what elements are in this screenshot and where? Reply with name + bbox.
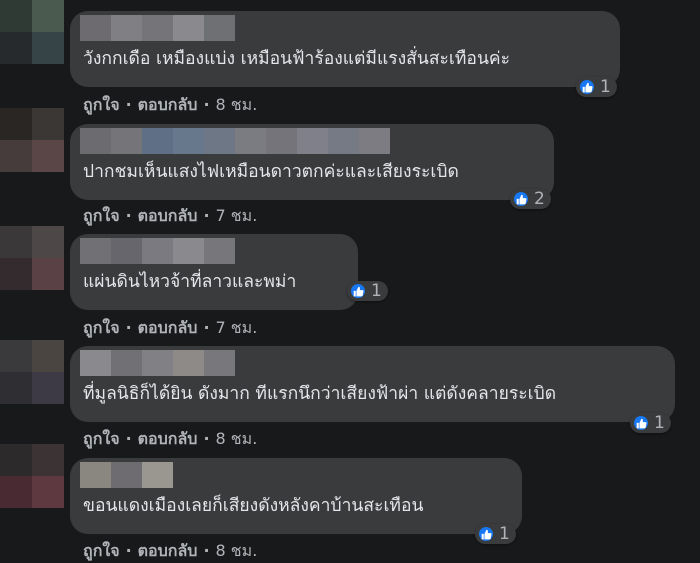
thumbs-up-icon	[578, 78, 596, 96]
like-link[interactable]: ถูกใจ	[83, 429, 120, 448]
reply-link[interactable]: ตอบกลับ	[138, 541, 198, 560]
reaction-count: 1	[371, 281, 382, 301]
reply-link[interactable]: ตอบกลับ	[138, 206, 198, 225]
timestamp[interactable]: 7 ชม.	[216, 206, 258, 225]
separator: ·	[125, 318, 132, 337]
separator: ·	[125, 95, 132, 114]
author-name-blurred[interactable]	[80, 462, 173, 488]
avatar[interactable]	[0, 226, 64, 290]
avatar[interactable]	[0, 444, 64, 508]
thumbs-up-icon	[632, 414, 650, 432]
comment-actions: ถูกใจ · ตอบกลับ · 8 ชม.	[83, 428, 257, 450]
comment-bubble: ที่มูลนิธิก็ได้ยิน ดังมาก ทีแรกนึกว่าเสี…	[70, 346, 675, 422]
thumbs-up-icon	[477, 525, 495, 543]
reply-link[interactable]: ตอบกลับ	[138, 429, 198, 448]
separator: ·	[125, 206, 132, 225]
reply-link[interactable]: ตอบกลับ	[138, 95, 198, 114]
author-name-blurred[interactable]	[80, 15, 235, 41]
thumbs-up-icon	[512, 190, 530, 208]
separator: ·	[203, 429, 210, 448]
timestamp[interactable]: 8 ชม.	[216, 541, 258, 560]
like-link[interactable]: ถูกใจ	[83, 541, 120, 560]
reaction-count: 1	[654, 413, 665, 433]
reaction-count: 1	[600, 77, 611, 97]
reaction-count: 2	[534, 189, 545, 209]
timestamp[interactable]: 7 ชม.	[216, 318, 258, 337]
author-name-blurred[interactable]	[80, 128, 390, 154]
avatar[interactable]	[0, 0, 64, 64]
like-link[interactable]: ถูกใจ	[83, 318, 120, 337]
reaction-badge[interactable]: 1	[576, 77, 617, 97]
like-link[interactable]: ถูกใจ	[83, 95, 120, 114]
comment-actions: ถูกใจ · ตอบกลับ · 8 ชม.	[83, 94, 257, 116]
separator: ·	[125, 541, 132, 560]
comment-text: ที่มูลนิธิก็ได้ยิน ดังมาก ทีแรกนึกว่าเสี…	[83, 384, 557, 404]
comment-bubble: แผ่นดินไหวจ้าที่ลาวและพม่า	[70, 234, 358, 310]
author-name-blurred[interactable]	[80, 238, 235, 264]
comment-bubble: วังกกเดือ เหมืองแบ่ง เหมือนฟ้าร้องแต่มีแ…	[70, 11, 620, 87]
separator: ·	[203, 206, 210, 225]
author-name-blurred[interactable]	[80, 350, 235, 376]
avatar[interactable]	[0, 340, 64, 404]
reaction-badge[interactable]: 1	[630, 413, 671, 433]
thumbs-up-icon	[349, 282, 367, 300]
separator: ·	[125, 429, 132, 448]
timestamp[interactable]: 8 ชม.	[216, 95, 258, 114]
avatar[interactable]	[0, 108, 64, 172]
separator: ·	[203, 95, 210, 114]
comment-text: แผ่นดินไหวจ้าที่ลาวและพม่า	[83, 272, 297, 292]
comment-actions: ถูกใจ · ตอบกลับ · 7 ชม.	[83, 205, 257, 227]
reaction-badge[interactable]: 1	[475, 524, 516, 544]
like-link[interactable]: ถูกใจ	[83, 206, 120, 225]
reply-link[interactable]: ตอบกลับ	[138, 318, 198, 337]
comment-actions: ถูกใจ · ตอบกลับ · 8 ชม.	[83, 540, 257, 562]
separator: ·	[203, 541, 210, 560]
reaction-count: 1	[499, 524, 510, 544]
reaction-badge[interactable]: 2	[510, 189, 551, 209]
comment-text: ขอนแดงเมืองเลยก็เสียงดังหลังคาบ้านสะเทือ…	[83, 496, 424, 516]
comment-bubble: ปากชมเห็นแสงไฟเหมือนดาวตกค่ะและเสียงระเบ…	[70, 124, 554, 200]
comment-bubble: ขอนแดงเมืองเลยก็เสียงดังหลังคาบ้านสะเทือ…	[70, 458, 522, 534]
comment-text: วังกกเดือ เหมืองแบ่ง เหมือนฟ้าร้องแต่มีแ…	[83, 49, 511, 69]
comment-text: ปากชมเห็นแสงไฟเหมือนดาวตกค่ะและเสียงระเบ…	[83, 162, 459, 182]
comment-actions: ถูกใจ · ตอบกลับ · 7 ชม.	[83, 317, 257, 339]
separator: ·	[203, 318, 210, 337]
reaction-badge[interactable]: 1	[347, 281, 388, 301]
timestamp[interactable]: 8 ชม.	[216, 429, 258, 448]
